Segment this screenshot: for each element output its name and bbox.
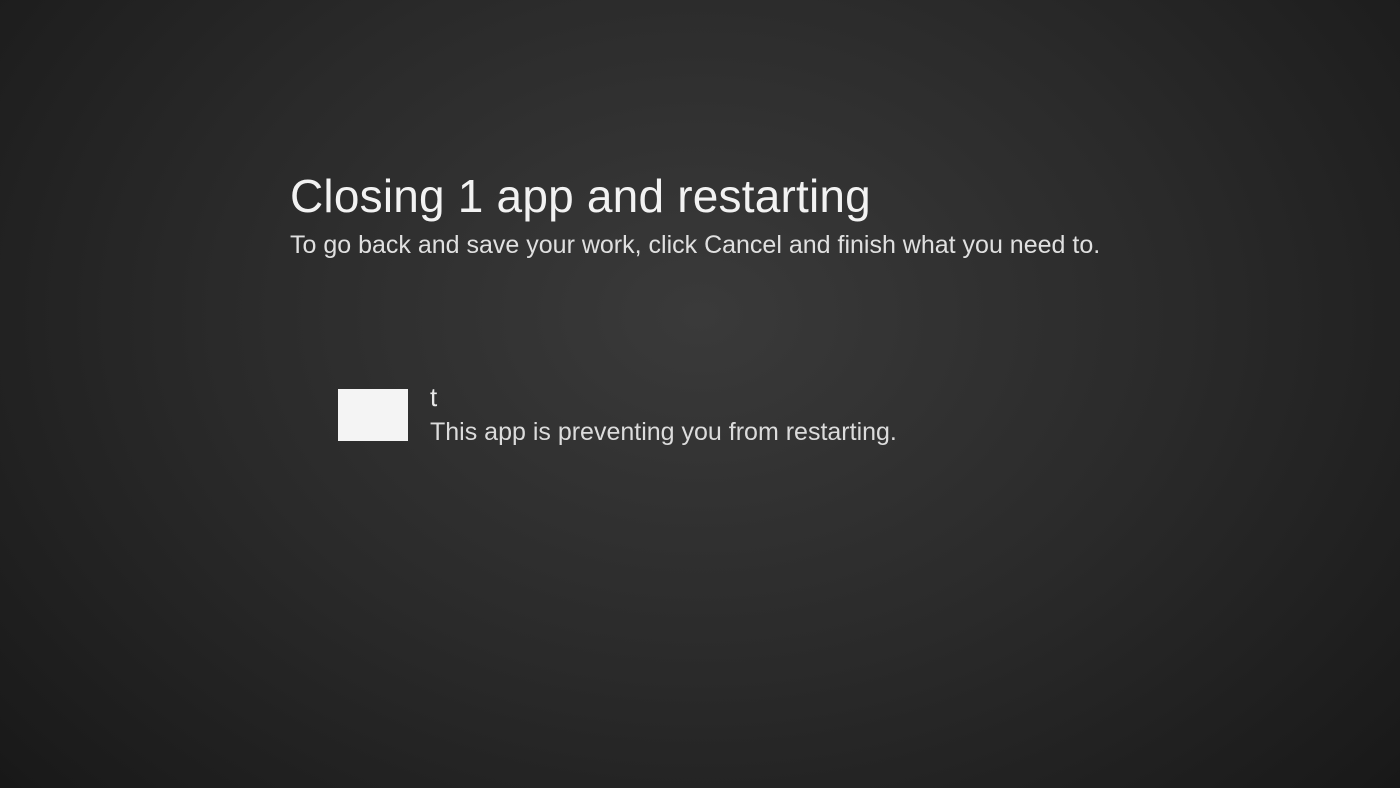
app-name: t: [430, 383, 897, 413]
blocking-app-item: t This app is preventing you from restar…: [338, 383, 1190, 448]
dialog-title: Closing 1 app and restarting: [290, 170, 1190, 223]
generic-app-icon: [338, 389, 408, 441]
restart-dialog: Closing 1 app and restarting To go back …: [290, 170, 1190, 449]
app-text-group: t This app is preventing you from restar…: [430, 383, 897, 448]
app-status-message: This app is preventing you from restarti…: [430, 416, 897, 449]
blocking-apps-list: t This app is preventing you from restar…: [290, 383, 1190, 448]
dialog-subtitle: To go back and save your work, click Can…: [290, 229, 1190, 262]
